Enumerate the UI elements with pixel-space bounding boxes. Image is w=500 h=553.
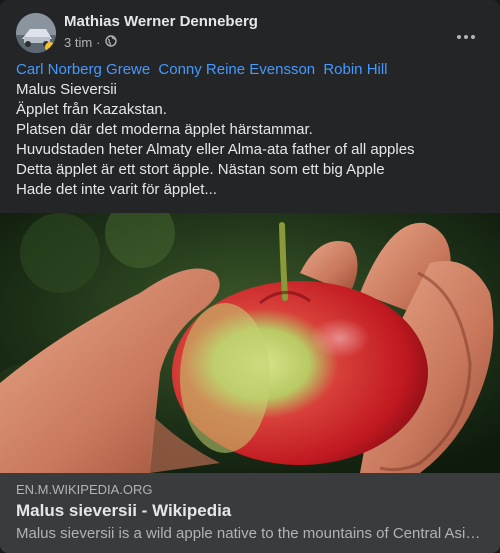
post-line: Platsen där det moderna äpplet härstamma…: [16, 121, 313, 138]
more-dot: [457, 35, 461, 39]
post-time[interactable]: 3 tim: [64, 35, 92, 50]
link-description: Malus sieversii is a wild apple native t…: [16, 525, 482, 542]
link-preview[interactable]: EN.M.WIKIPEDIA.ORG Malus sieversii - Wik…: [0, 473, 500, 553]
post-line: Huvudstaden heter Almaty eller Alma-ata …: [16, 141, 415, 158]
post-card: Mathias Werner Denneberg 3 tim · Carl No…: [0, 0, 500, 553]
post-line: Äpplet från Kazakstan.: [16, 101, 167, 118]
post-meta: 3 tim ·: [64, 35, 117, 50]
tagged-people: Carl Norberg Grewe Conny Reine Evensson …: [16, 60, 488, 80]
more-dot: [471, 35, 475, 39]
post-line: Detta äpplet är ett stort äpple. Nästan …: [16, 161, 385, 178]
post-header: Mathias Werner Denneberg 3 tim ·: [16, 12, 484, 56]
author-name[interactable]: Mathias Werner Denneberg: [64, 13, 258, 30]
post-line: Hade det inte varit för äpplet...: [16, 181, 217, 198]
link-title[interactable]: Malus sieversii - Wikipedia: [16, 501, 231, 521]
post-line: Malus Sieversii: [16, 81, 117, 98]
globe-icon: [104, 35, 117, 50]
more-options-button[interactable]: [448, 19, 484, 55]
link-preview-image[interactable]: [0, 213, 500, 473]
avatar[interactable]: [16, 13, 56, 53]
link-domain: EN.M.WIKIPEDIA.ORG: [16, 482, 153, 497]
tag-link[interactable]: Conny Reine Evensson: [158, 61, 315, 78]
more-dot: [464, 35, 468, 39]
tag-link[interactable]: Carl Norberg Grewe: [16, 61, 150, 78]
meta-separator: ·: [96, 35, 101, 50]
tag-link[interactable]: Robin Hill: [323, 61, 387, 78]
post-text: Carl Norberg Grewe Conny Reine Evensson …: [16, 60, 488, 200]
